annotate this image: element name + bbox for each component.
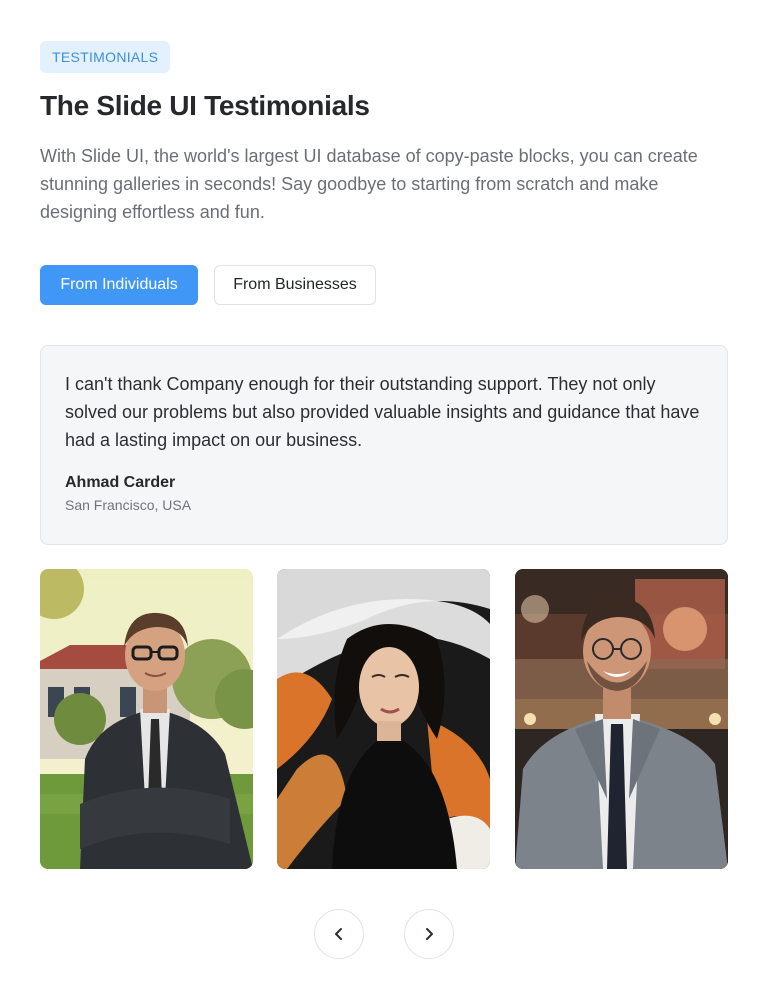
gallery-photo-1[interactable] <box>40 569 253 869</box>
testimonial-location: San Francisco, USA <box>65 497 192 513</box>
tab-from-businesses[interactable]: From Businesses <box>214 265 376 305</box>
tab-from-individuals[interactable]: From Individuals <box>40 265 198 305</box>
chevron-right-icon <box>426 928 433 940</box>
testimonial-author: Ahmad Carder <box>65 474 176 491</box>
page-title: The Slide UI Testimonials <box>40 90 370 121</box>
portrait-man-grey-suit-image <box>515 569 728 869</box>
next-button[interactable] <box>404 909 454 959</box>
portrait-man-outdoors-image <box>40 569 253 869</box>
section-intro: With Slide UI, the world's largest UI da… <box>40 146 698 222</box>
chevron-left-icon <box>335 928 342 940</box>
gallery-photo-3[interactable] <box>515 569 728 869</box>
portrait-woman-image <box>277 569 490 869</box>
testimonial-quote: I can't thank Company enough for their o… <box>65 374 700 450</box>
previous-button[interactable] <box>314 909 364 959</box>
section-badge: TESTIMONIALS <box>40 41 171 73</box>
testimonial-card: I can't thank Company enough for their o… <box>40 345 728 545</box>
gallery-photo-2[interactable] <box>277 569 490 869</box>
